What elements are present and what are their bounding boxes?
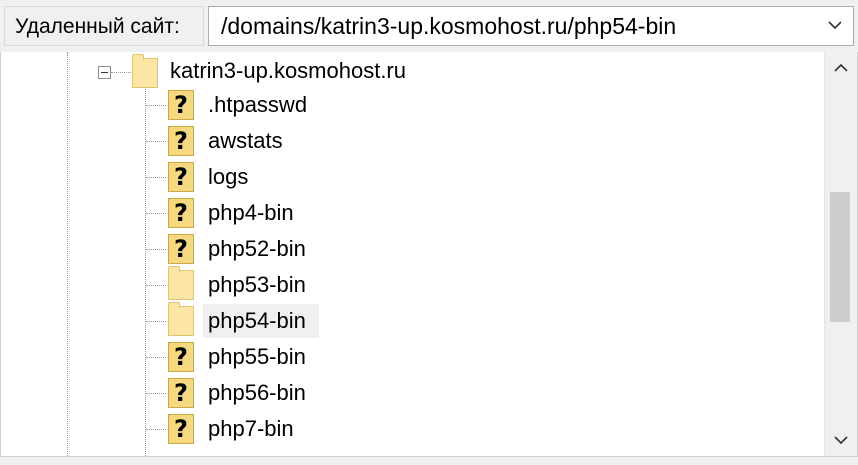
tree-guide-line bbox=[111, 72, 131, 73]
tree-item-label[interactable]: .htpasswd bbox=[208, 88, 307, 122]
unknown-file-icon: ? bbox=[168, 90, 194, 120]
tree-item-label[interactable]: php52-bin bbox=[208, 232, 306, 266]
vertical-scrollbar[interactable] bbox=[824, 52, 857, 456]
tree-guide-line bbox=[146, 249, 166, 250]
remote-site-label: Удаленный сайт: bbox=[4, 6, 204, 46]
remote-site-header: Удаленный сайт: /domains/katrin3-up.kosm… bbox=[0, 0, 858, 52]
remote-directory-tree[interactable]: katrin3-up.kosmohost.ru ? .htpasswd? awsta… bbox=[0, 52, 858, 456]
tree-guide-line bbox=[146, 321, 166, 322]
folder-icon bbox=[168, 266, 194, 300]
folder-icon bbox=[132, 54, 158, 88]
tree-item-label[interactable]: logs bbox=[208, 160, 248, 194]
chevron-down-icon[interactable] bbox=[825, 15, 845, 35]
folder-icon bbox=[168, 302, 194, 336]
unknown-file-icon: ? bbox=[168, 234, 194, 264]
tree-guide-line bbox=[146, 177, 166, 178]
remote-path-value[interactable]: /domains/katrin3-up.kosmohost.ru/php54-b… bbox=[221, 7, 676, 45]
unknown-file-icon: ? bbox=[168, 342, 194, 372]
unknown-file-icon: ? bbox=[168, 126, 194, 156]
scroll-down-icon[interactable] bbox=[825, 422, 857, 456]
scroll-up-icon[interactable] bbox=[825, 52, 857, 86]
tree-guide-line bbox=[146, 357, 166, 358]
tree-item-label[interactable]: php54-bin bbox=[208, 304, 306, 338]
unknown-file-icon: ? bbox=[168, 198, 194, 228]
tree-item-label[interactable]: php4-bin bbox=[208, 196, 294, 230]
tree-guide-line bbox=[146, 213, 166, 214]
collapse-toggle-icon[interactable] bbox=[98, 66, 111, 79]
tree-guide-line bbox=[146, 105, 166, 106]
tree-guide-line bbox=[146, 285, 166, 286]
tree-guide-line bbox=[146, 429, 166, 430]
tree-item-label[interactable]: php55-bin bbox=[208, 340, 306, 374]
tree-guide-line bbox=[146, 393, 166, 394]
tree-guide-line bbox=[146, 141, 166, 142]
tree-item-label[interactable]: php53-bin bbox=[208, 268, 306, 302]
tree-item-label[interactable]: awstats bbox=[208, 124, 283, 158]
tree-guide-line bbox=[67, 52, 68, 456]
remote-path-combobox[interactable]: /domains/katrin3-up.kosmohost.ru/php54-b… bbox=[208, 6, 854, 46]
unknown-file-icon: ? bbox=[168, 414, 194, 444]
tree-item-label[interactable]: php56-bin bbox=[208, 376, 306, 410]
tree-item-label[interactable]: php7-bin bbox=[208, 412, 294, 446]
scrollbar-thumb[interactable] bbox=[830, 192, 850, 322]
unknown-file-icon: ? bbox=[168, 378, 194, 408]
tree-root-label[interactable]: katrin3-up.kosmohost.ru bbox=[170, 54, 406, 88]
unknown-file-icon: ? bbox=[168, 162, 194, 192]
